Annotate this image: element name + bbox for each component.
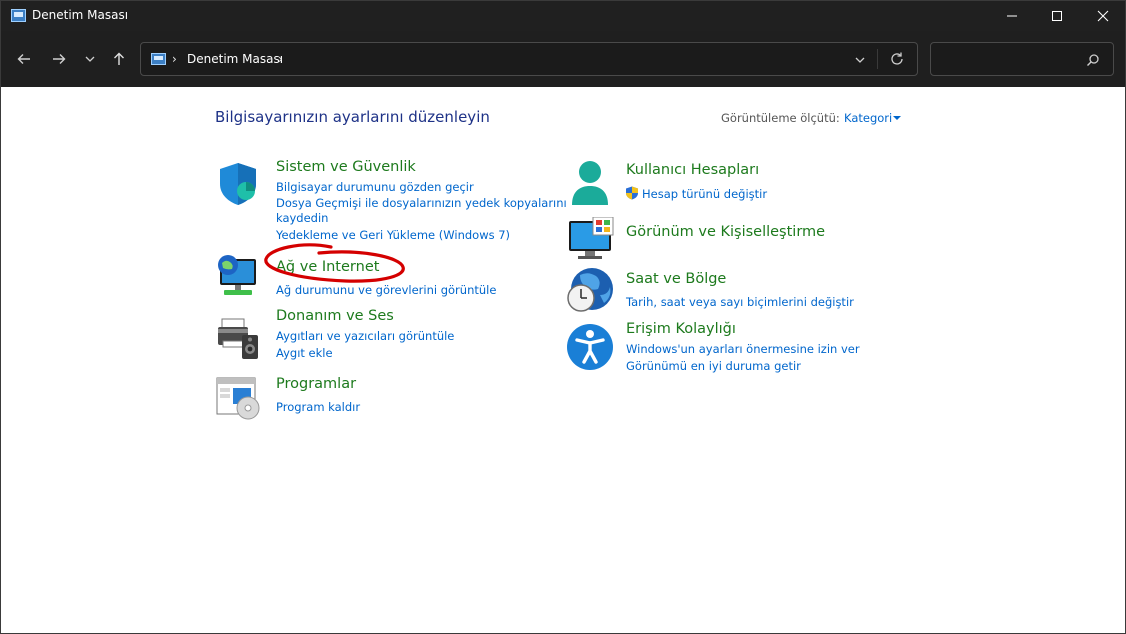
maximize-icon [1052, 11, 1062, 21]
category-ease-of-access-title[interactable]: Erişim Kolaylığı [626, 321, 736, 337]
breadcrumb-control-panel[interactable]: Denetim Masası [187, 52, 283, 66]
refresh-button[interactable] [889, 51, 905, 71]
address-bar[interactable]: › Denetim Masası › [140, 42, 918, 76]
view-by-dropdown[interactable]: Kategori [844, 111, 892, 125]
up-button[interactable] [107, 47, 131, 71]
link-backup-restore[interactable]: Yedekleme ve Geri Yükleme (Windows 7) [276, 227, 510, 243]
link-date-time-format[interactable]: Tarih, saat veya sayı biçimlerini değişt… [626, 294, 854, 310]
uac-shield-icon [626, 186, 638, 200]
network-icon[interactable] [214, 253, 262, 301]
breadcrumb-separator-end[interactable]: › [278, 52, 283, 66]
close-icon [1097, 10, 1109, 22]
link-devices-printers[interactable]: Aygıtları ve yazıcıları görüntüle [276, 328, 454, 344]
search-icon[interactable] [1086, 52, 1100, 71]
programs-icon[interactable] [214, 374, 262, 422]
navigation-bar: › Denetim Masası › [1, 31, 1125, 87]
link-change-account-type[interactable]: Hesap türünü değiştir [642, 186, 767, 202]
accessibility-icon[interactable] [566, 323, 614, 371]
appearance-icon[interactable] [566, 217, 614, 265]
shield-icon[interactable] [214, 160, 262, 208]
view-by-label: Görüntüleme ölçütü: [721, 111, 840, 125]
address-dropdown-button[interactable] [853, 52, 867, 71]
window-title: Denetim Masası [32, 8, 129, 22]
user-icon[interactable] [566, 159, 614, 207]
category-clock-region-title[interactable]: Saat ve Bölge [626, 271, 726, 287]
minimize-button[interactable] [989, 1, 1035, 31]
breadcrumb-separator: › [172, 52, 177, 66]
link-add-device[interactable]: Aygıt ekle [276, 345, 333, 361]
clock-globe-icon[interactable] [566, 267, 614, 315]
control-panel-small-icon [151, 53, 166, 65]
search-box[interactable] [930, 42, 1114, 76]
category-appearance-title[interactable]: Görünüm ve Kişiselleştirme [626, 224, 825, 240]
link-optimize-display[interactable]: Görünümü en iyi duruma getir [626, 358, 801, 374]
chevron-down-icon [85, 56, 95, 62]
category-hardware-sound-title[interactable]: Donanım ve Ses [276, 308, 394, 324]
minimize-icon [1007, 15, 1017, 17]
control-panel-window: Denetim Masası › Denetim Masası › Bilgis… [0, 0, 1126, 634]
address-divider [877, 49, 878, 69]
category-system-security-title[interactable]: Sistem ve Güvenlik [276, 159, 416, 175]
back-button[interactable] [12, 47, 36, 71]
category-programs-title[interactable]: Programlar [276, 376, 356, 392]
maximize-button[interactable] [1034, 1, 1080, 31]
arrow-right-icon [53, 54, 66, 64]
link-file-history[interactable]: Dosya Geçmişi ile dosyalarınızın yedek k… [276, 195, 567, 211]
link-uninstall-program[interactable]: Program kaldır [276, 399, 360, 415]
category-user-accounts-title[interactable]: Kullanıcı Hesapları [626, 162, 759, 178]
category-network-internet-title[interactable]: Ağ ve Internet [276, 259, 379, 275]
main-content: Bilgisayarınızın ayarlarını düzenleyin G… [1, 87, 1125, 633]
link-let-windows-suggest[interactable]: Windows'un ayarları önermesine izin ver [626, 341, 860, 357]
close-button[interactable] [1080, 1, 1125, 31]
control-panel-icon [11, 9, 26, 22]
chevron-down-icon [855, 57, 865, 63]
arrow-left-icon [17, 54, 30, 64]
forward-button[interactable] [47, 47, 71, 71]
link-file-history-cont[interactable]: kaydedin [276, 210, 328, 226]
refresh-icon [891, 52, 903, 65]
title-bar: Denetim Masası [1, 1, 1125, 31]
printer-speaker-icon[interactable] [214, 315, 262, 363]
recent-locations-button[interactable] [78, 47, 102, 71]
caret-down-icon[interactable] [893, 116, 901, 120]
link-review-computer-status[interactable]: Bilgisayar durumunu gözden geçir [276, 179, 474, 195]
red-annotation-circle [264, 243, 405, 283]
page-title: Bilgisayarınızın ayarlarını düzenleyin [215, 108, 490, 126]
link-network-status[interactable]: Ağ durumunu ve görevlerini görüntüle [276, 282, 496, 298]
arrow-up-icon [114, 52, 124, 65]
